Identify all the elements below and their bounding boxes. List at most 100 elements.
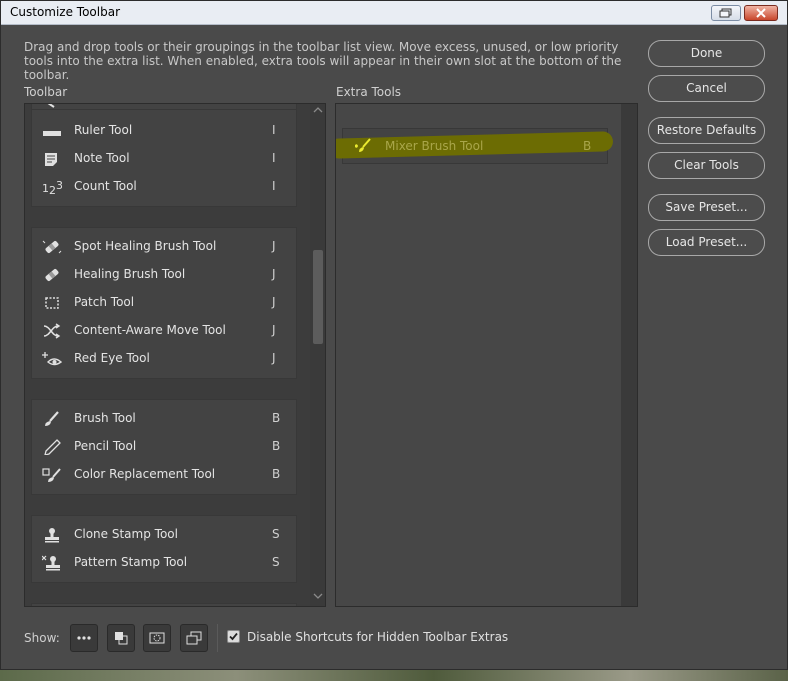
tool-row-pattern-stamp[interactable]: Pattern Stamp Tool S bbox=[32, 549, 296, 577]
title-bar: Customize Toolbar bbox=[1, 1, 787, 25]
svg-text:1: 1 bbox=[42, 182, 49, 195]
restore-icon bbox=[719, 8, 732, 18]
checkmark-icon bbox=[229, 632, 238, 641]
tool-row-clone-stamp[interactable]: Clone Stamp Tool S bbox=[32, 521, 296, 549]
quick-mask-icon bbox=[149, 632, 165, 644]
tool-shortcut: J bbox=[272, 323, 276, 337]
close-icon bbox=[756, 8, 766, 18]
tool-shortcut: B bbox=[272, 467, 281, 481]
tool-label: Count Tool bbox=[74, 179, 137, 193]
note-icon bbox=[45, 153, 57, 166]
cancel-button[interactable]: Cancel bbox=[648, 75, 765, 102]
tool-label: Note Tool bbox=[74, 151, 130, 165]
tool-shortcut: J bbox=[272, 239, 276, 253]
more-icon bbox=[77, 636, 91, 640]
disable-shortcuts-checkbox[interactable] bbox=[227, 630, 240, 643]
extra-tool-group[interactable]: Mixer Brush Tool B bbox=[336, 128, 614, 164]
extra-tools-area[interactable]: Mixer Brush Tool B bbox=[336, 104, 621, 606]
tool-group-measure[interactable]: Ruler Tool I Note Tool I 1 2 3 Count Too… bbox=[31, 109, 297, 207]
red-eye-icon bbox=[42, 352, 62, 366]
chevron-down-icon bbox=[313, 593, 323, 599]
spot-healing-icon bbox=[42, 240, 62, 254]
tool-shortcut: B bbox=[272, 411, 281, 425]
toolbar-list-label: Toolbar bbox=[24, 85, 68, 99]
tool-group-brush[interactable]: Brush Tool B Pencil Tool B Color Replace… bbox=[31, 399, 297, 495]
tool-row-ruler[interactable]: Ruler Tool I bbox=[32, 117, 296, 145]
tool-row-spot-healing[interactable]: Spot Healing Brush Tool J bbox=[32, 233, 296, 261]
tool-label: Pencil Tool bbox=[74, 439, 137, 453]
tool-shortcut: I bbox=[272, 179, 276, 193]
tool-shortcut: J bbox=[272, 295, 276, 309]
tool-label: Pattern Stamp Tool bbox=[74, 555, 188, 569]
save-preset-button[interactable]: Save Preset... bbox=[648, 194, 765, 221]
toolbar-list-scrollbar[interactable] bbox=[310, 104, 325, 606]
tool-shortcut: B bbox=[272, 439, 281, 453]
done-button[interactable]: Done bbox=[648, 40, 765, 67]
scroll-thumb[interactable] bbox=[313, 250, 323, 344]
pencil-icon bbox=[44, 439, 61, 455]
tool-row-healing-brush[interactable]: Healing Brush Tool J bbox=[32, 261, 296, 289]
color-replacement-icon bbox=[42, 468, 61, 482]
show-more-button[interactable] bbox=[70, 624, 98, 652]
tool-label: Ruler Tool bbox=[74, 123, 133, 137]
tool-label: Healing Brush Tool bbox=[74, 267, 186, 281]
extra-tools-list[interactable]: Mixer Brush Tool B bbox=[335, 103, 638, 607]
tool-label: Content-Aware Move Tool bbox=[74, 323, 226, 337]
extra-tools-scrollbar[interactable] bbox=[621, 104, 637, 606]
dialog-description: Drag and drop tools or their groupings i… bbox=[24, 40, 622, 82]
restore-defaults-button[interactable]: Restore Defaults bbox=[648, 117, 765, 144]
tool-shortcut: I bbox=[272, 151, 276, 165]
show-colors-button[interactable] bbox=[107, 624, 135, 652]
screen-mode-icon bbox=[186, 631, 202, 645]
tool-shortcut: I bbox=[272, 123, 276, 137]
chevron-up-icon bbox=[313, 107, 323, 113]
tool-row-note[interactable]: Note Tool I bbox=[32, 145, 296, 173]
tool-row-red-eye[interactable]: Red Eye Tool J bbox=[32, 345, 296, 373]
show-options-bar: Show: Disable Shortcuts for Hidden Toolb… bbox=[1, 621, 787, 653]
desktop-background bbox=[0, 670, 788, 681]
tool-shortcut: S bbox=[272, 555, 280, 569]
tool-row-mixer-brush[interactable]: Mixer Brush Tool B bbox=[343, 129, 607, 157]
tool-label: Mixer Brush Tool bbox=[385, 139, 484, 153]
tool-shortcut: J bbox=[272, 267, 276, 281]
divider bbox=[217, 624, 218, 652]
scroll-down-arrow[interactable] bbox=[313, 592, 323, 600]
pattern-stamp-icon bbox=[42, 555, 60, 571]
svg-text:2: 2 bbox=[49, 184, 56, 195]
close-window-button[interactable] bbox=[744, 5, 778, 21]
ruler-icon bbox=[43, 128, 61, 136]
clear-tools-button[interactable]: Clear Tools bbox=[648, 152, 765, 179]
tool-group-stamp[interactable]: Clone Stamp Tool S Pattern Stamp Tool S bbox=[31, 515, 297, 583]
tool-row-count[interactable]: 1 2 3 Count Tool I bbox=[32, 173, 296, 201]
window-title: Customize Toolbar bbox=[10, 5, 121, 19]
tool-row-content-aware-move[interactable]: Content-Aware Move Tool J bbox=[32, 317, 296, 345]
tool-row-patch[interactable]: Patch Tool J bbox=[32, 289, 296, 317]
content-aware-move-icon bbox=[43, 323, 61, 339]
tool-label: Spot Healing Brush Tool bbox=[74, 239, 217, 253]
svg-text:3: 3 bbox=[56, 179, 62, 192]
partial-tool-group bbox=[31, 603, 297, 606]
toolbar-list[interactable]: Ruler Tool I Note Tool I 1 2 3 Count Too… bbox=[24, 103, 326, 607]
show-quick-mask-button[interactable] bbox=[143, 624, 171, 652]
tool-shortcut: B bbox=[583, 139, 592, 153]
tool-label: Color Replacement Tool bbox=[74, 467, 216, 481]
tool-row-pencil[interactable]: Pencil Tool B bbox=[32, 433, 296, 461]
tool-group-healing[interactable]: Spot Healing Brush Tool J Healing Brush … bbox=[31, 227, 297, 379]
tool-label: Brush Tool bbox=[74, 411, 136, 425]
tool-row-color-replacement[interactable]: Color Replacement Tool B bbox=[32, 461, 296, 489]
disable-shortcuts-label[interactable]: Disable Shortcuts for Hidden Toolbar Ext… bbox=[247, 630, 508, 644]
clone-stamp-icon bbox=[45, 528, 59, 543]
load-preset-button[interactable]: Load Preset... bbox=[648, 229, 765, 256]
scroll-up-arrow[interactable] bbox=[313, 106, 323, 114]
tool-label: Clone Stamp Tool bbox=[74, 527, 178, 541]
restore-window-button[interactable] bbox=[711, 5, 741, 21]
foreground-background-icon bbox=[115, 632, 128, 645]
tool-shortcut: J bbox=[272, 351, 276, 365]
tool-label: Red Eye Tool bbox=[74, 351, 150, 365]
healing-brush-icon bbox=[45, 269, 59, 281]
show-screen-mode-button[interactable] bbox=[180, 624, 208, 652]
extra-tools-label: Extra Tools bbox=[336, 85, 402, 99]
patch-icon bbox=[45, 297, 59, 309]
tool-row-brush[interactable]: Brush Tool B bbox=[32, 405, 296, 433]
customize-toolbar-dialog: Customize Toolbar Drag and drop tools or… bbox=[0, 0, 788, 670]
